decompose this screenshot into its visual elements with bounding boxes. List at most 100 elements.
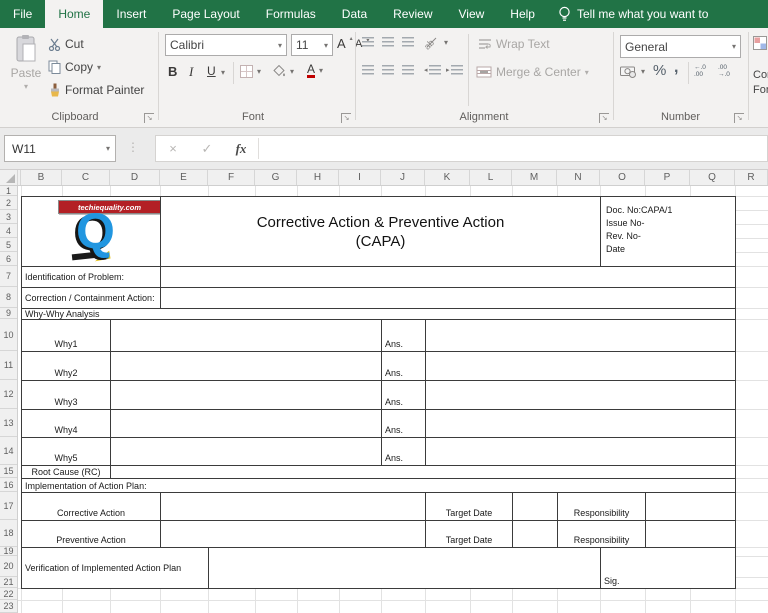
paste-button[interactable]: Paste ▾ (6, 34, 46, 106)
row-header-21[interactable]: 21 (0, 577, 17, 588)
preventive-responsibility-input-cell[interactable] (645, 520, 736, 548)
tab-file[interactable]: File (0, 0, 45, 28)
row-header-14[interactable]: 14 (0, 437, 17, 465)
why5-answer-cell[interactable] (425, 437, 736, 466)
corrective-responsibility-input-cell[interactable] (645, 492, 736, 521)
why4-answer-cell[interactable] (425, 409, 736, 438)
identification-label-cell[interactable]: Identification of Problem: (21, 266, 161, 288)
verification-input-cell[interactable] (208, 547, 601, 589)
row-header-17[interactable]: 17 (0, 492, 17, 520)
decrease-indent-button[interactable]: ◂ (424, 65, 441, 75)
why2-label-cell[interactable]: Why2 (21, 351, 111, 381)
increase-font-button[interactable]: A ▴ (337, 36, 353, 51)
worksheet-grid[interactable]: BCDEFGHIJKLMNOPQR 1 2 3 4 5 6 7 8 9 10 11 12 13 14 15 1… (0, 170, 768, 613)
tab-insert[interactable]: Insert (103, 0, 159, 28)
number-format-select[interactable]: General ▾ (620, 35, 741, 58)
why2-input-cell[interactable] (110, 351, 382, 381)
col-header-F[interactable]: F (208, 170, 255, 185)
copy-button[interactable]: Copy ▾ (48, 59, 101, 75)
alignment-dialog-launcher[interactable]: ↘ (599, 113, 609, 123)
preventive-responsibility-cell[interactable]: Responsibility (557, 520, 646, 548)
percent-style-button[interactable]: % (653, 62, 666, 79)
preventive-target-input-cell[interactable] (512, 520, 558, 548)
tab-view[interactable]: View (446, 0, 498, 28)
col-header-R[interactable]: R (735, 170, 768, 185)
font-size-select[interactable]: 11 ▾ (291, 34, 333, 56)
decrease-decimal-button[interactable]: .00 →.0 (718, 64, 730, 78)
col-header-P[interactable]: P (645, 170, 690, 185)
why3-answer-cell[interactable] (425, 380, 736, 410)
row-header-3[interactable]: 3 (0, 210, 17, 224)
why2-ans-cell[interactable]: Ans. (381, 351, 426, 381)
row-header-23[interactable]: 23 (0, 600, 17, 613)
why3-ans-cell[interactable]: Ans. (381, 380, 426, 410)
col-header-C[interactable]: C (62, 170, 110, 185)
comma-style-button[interactable]: , (674, 59, 678, 77)
orientation-button[interactable]: ab ▾ (424, 34, 448, 51)
corrective-responsibility-cell[interactable]: Responsibility (557, 492, 646, 521)
col-header-J[interactable]: J (381, 170, 425, 185)
logo-cell[interactable]: techiequality.com Q (21, 196, 161, 267)
form-title-cell[interactable]: Corrective Action & Preventive Action (C… (160, 196, 601, 267)
tab-home[interactable]: Home (45, 0, 104, 28)
col-header-O[interactable]: O (600, 170, 645, 185)
verification-sig-cell[interactable]: Sig. (600, 547, 736, 589)
tab-review[interactable]: Review (380, 0, 445, 28)
row-header-18[interactable]: 18 (0, 520, 17, 547)
tell-me-box[interactable]: Tell me what you want to (548, 0, 718, 28)
middle-align-button[interactable] (382, 37, 394, 47)
bottom-align-button[interactable] (402, 37, 414, 47)
row-header-7[interactable]: 7 (0, 266, 17, 287)
row-header-10[interactable]: 10 (0, 319, 17, 351)
why2-answer-cell[interactable] (425, 351, 736, 381)
col-header-K[interactable]: K (425, 170, 470, 185)
col-header-M[interactable]: M (512, 170, 557, 185)
align-center-button[interactable] (382, 65, 394, 75)
increase-indent-button[interactable]: ▸ (446, 65, 463, 75)
why1-answer-cell[interactable] (425, 319, 736, 352)
accounting-format-button[interactable]: ▾ (620, 65, 645, 78)
why5-label-cell[interactable]: Why5 (21, 437, 111, 466)
font-family-select[interactable]: Calibri ▾ (165, 34, 287, 56)
why5-ans-cell[interactable]: Ans. (381, 437, 426, 466)
tab-formulas[interactable]: Formulas (253, 0, 329, 28)
number-dialog-launcher[interactable]: ↘ (734, 113, 744, 123)
italic-button[interactable]: I (189, 64, 193, 80)
correction-label-cell[interactable]: Correction / Containment Action: (21, 287, 161, 309)
row-header-15[interactable]: 15 (0, 465, 17, 478)
font-dialog-launcher[interactable]: ↘ (341, 113, 351, 123)
why3-input-cell[interactable] (110, 380, 382, 410)
why5-input-cell[interactable] (110, 437, 382, 466)
align-right-button[interactable] (402, 65, 414, 75)
preventive-action-label-cell[interactable]: Preventive Action (21, 520, 161, 548)
formula-input[interactable]: × ✓ fx (155, 135, 768, 162)
underline-dropdown[interactable]: ▾ (221, 68, 225, 77)
cancel-icon[interactable]: × (156, 141, 190, 156)
row-header-12[interactable]: 12 (0, 380, 17, 409)
col-header-D[interactable]: D (110, 170, 160, 185)
col-header-E[interactable]: E (160, 170, 208, 185)
why1-ans-cell[interactable]: Ans. (381, 319, 426, 352)
row-header-11[interactable]: 11 (0, 351, 17, 380)
bold-button[interactable]: B (168, 64, 177, 79)
col-header-I[interactable]: I (339, 170, 381, 185)
name-box[interactable]: W11 ▾ (4, 135, 116, 162)
preventive-target-date-cell[interactable]: Target Date (425, 520, 513, 548)
col-header-G[interactable]: G (255, 170, 297, 185)
why4-ans-cell[interactable]: Ans. (381, 409, 426, 438)
col-header-Q[interactable]: Q (690, 170, 735, 185)
row-header-22[interactable]: 22 (0, 588, 17, 600)
tab-page-layout[interactable]: Page Layout (159, 0, 252, 28)
merge-center-button[interactable]: Merge & Center ▾ (476, 65, 589, 79)
root-cause-label-cell[interactable]: Root Cause (RC) (21, 465, 111, 479)
row-header-8[interactable]: 8 (0, 287, 17, 308)
row-header-6[interactable]: 6 (0, 252, 17, 266)
row-header-16[interactable]: 16 (0, 478, 17, 492)
preventive-action-input-cell[interactable] (160, 520, 426, 548)
corrective-target-date-cell[interactable]: Target Date (425, 492, 513, 521)
increase-decimal-button[interactable]: ←.0.00 (694, 64, 706, 78)
row-header-2[interactable]: 2 (0, 196, 17, 210)
borders-button[interactable]: ▾ (240, 65, 261, 78)
tab-help[interactable]: Help (497, 0, 548, 28)
root-cause-input-cell[interactable] (110, 465, 736, 479)
